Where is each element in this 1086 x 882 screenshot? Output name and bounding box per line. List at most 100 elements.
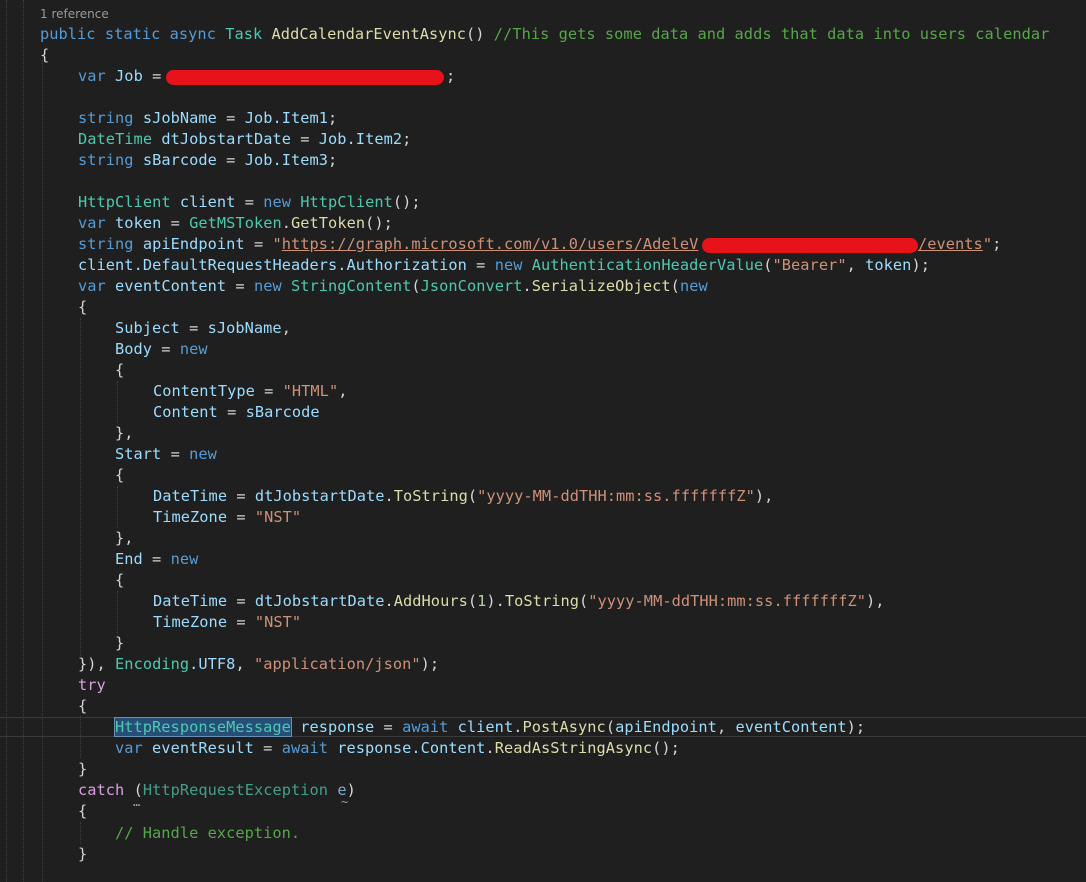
keyword: public xyxy=(40,25,96,43)
punctuation: () xyxy=(466,25,485,43)
code-line-body[interactable]: Body = new xyxy=(115,339,208,360)
code-line-event-result[interactable]: var eventResult = await response.Content… xyxy=(115,738,680,759)
method-name: PostAsync xyxy=(522,718,606,736)
code-line-jobname[interactable]: string sJobName = Job.Item1; xyxy=(78,108,337,129)
code-line-var-job[interactable]: var Job = xyxy=(78,66,171,87)
code-line-start-timezone[interactable]: TimeZone = "NST" xyxy=(153,507,301,528)
code-line-barcode[interactable]: string sBarcode = Job.Item3; xyxy=(78,150,337,171)
code-line-end[interactable]: End = new xyxy=(115,549,198,570)
punctuation: . xyxy=(485,739,495,757)
punctuation: ); xyxy=(420,655,440,673)
variable: sJobName xyxy=(207,319,282,337)
operator: = xyxy=(244,235,273,253)
variable: eventResult xyxy=(152,739,254,757)
code-line-content-type[interactable]: ContentType = "HTML", xyxy=(153,381,347,402)
code-line-handle-comment[interactable]: // Handle exception. xyxy=(115,823,300,844)
string-literal: "NST" xyxy=(254,508,302,526)
code-line-brace[interactable]: } xyxy=(115,633,124,654)
keyword: new xyxy=(494,256,523,274)
url-link[interactable]: https://graph.microsoft.com/v1.0/users/A… xyxy=(282,235,699,253)
operator: = xyxy=(227,508,255,526)
type-name: Encoding xyxy=(115,655,190,673)
type-name: StringContent xyxy=(291,277,412,295)
code-line-content[interactable]: Content = sBarcode xyxy=(153,402,320,423)
method-name: ReadAsStringAsync xyxy=(494,739,653,757)
indent-guide xyxy=(117,591,118,633)
code-line-brace[interactable]: }, xyxy=(115,528,134,549)
code-line-close-object[interactable]: }), Encoding.UTF8, "application/json"); xyxy=(78,654,439,675)
property: Content xyxy=(153,403,218,421)
code-line-signature[interactable]: public static async Task AddCalendarEven… xyxy=(40,24,1049,45)
operator: = xyxy=(466,256,495,274)
punctuation: (); xyxy=(365,214,393,232)
code-line-start-datetime[interactable]: DateTime = dtJobstartDate.ToString("yyyy… xyxy=(153,486,773,507)
code-line-brace[interactable]: { xyxy=(78,696,87,717)
variable: apiEndpoint xyxy=(142,235,245,253)
variable: apiEndpoint xyxy=(615,718,717,736)
brace: { xyxy=(115,466,125,484)
brace: { xyxy=(78,298,88,316)
code-line-brace[interactable]: { xyxy=(115,360,124,381)
code-editor[interactable]: 1 reference public static async Task Add… xyxy=(0,0,1086,882)
code-line-brace[interactable]: } xyxy=(78,844,87,865)
variable: eventContent xyxy=(735,718,847,736)
method-name: AddHours xyxy=(393,592,468,610)
code-line-brace[interactable]: } xyxy=(78,759,87,780)
url-link[interactable]: /events xyxy=(918,235,983,253)
keyword: var xyxy=(115,739,143,757)
indent-guide xyxy=(80,822,81,844)
property: .DefaultRequestHeaders xyxy=(133,256,338,274)
variable: dtJobstartDate xyxy=(254,487,385,505)
code-line-token[interactable]: var token = GetMSToken.GetToken(); xyxy=(78,213,393,234)
code-line-client[interactable]: HttpClient client = new HttpClient(); xyxy=(78,192,421,213)
semicolon: ; xyxy=(328,109,338,127)
warning-squiggle-icon[interactable]: ~ xyxy=(341,796,348,808)
codelens-references[interactable]: 1 reference xyxy=(40,7,109,21)
type-name: HttpClient xyxy=(300,193,393,211)
code-line-end-timezone[interactable]: TimeZone = "NST" xyxy=(153,612,301,633)
code-line-brace[interactable]: { xyxy=(115,465,124,486)
keyword: new xyxy=(179,340,208,358)
code-line-catch[interactable]: catch (HttpRequestException e) xyxy=(78,780,356,801)
code-line-brace[interactable]: { xyxy=(78,297,87,318)
method-name: GetToken xyxy=(291,214,366,232)
code-line-start[interactable]: Start = new xyxy=(115,444,217,465)
brace: }, xyxy=(115,529,134,547)
code-line-open-brace[interactable]: { xyxy=(40,45,49,66)
code-line-try[interactable]: try xyxy=(78,675,106,696)
code-line-response[interactable]: HttpResponseMessage response = await cli… xyxy=(114,717,866,738)
code-line-subject[interactable]: Subject = sJobName, xyxy=(115,318,291,339)
type-name: DateTime xyxy=(78,130,153,148)
type-name-selected[interactable]: HttpResponseMessage xyxy=(114,717,292,737)
punctuation: (); xyxy=(392,193,421,211)
punctuation: , xyxy=(235,655,254,673)
punctuation: ), xyxy=(866,592,885,610)
punctuation: ( xyxy=(578,592,589,610)
variable: client xyxy=(457,718,514,736)
code-line-startdate[interactable]: DateTime dtJobstartDate = Job.Item2; xyxy=(78,129,411,150)
keyword: new xyxy=(679,277,708,295)
code-line-var-job-end: ; xyxy=(446,66,455,87)
operator: = xyxy=(253,739,282,757)
punctuation: ); xyxy=(846,718,866,736)
suggestion-dots-icon[interactable]: … xyxy=(133,796,140,808)
indent-guide xyxy=(23,0,24,882)
keyword: new xyxy=(253,277,282,295)
keyword: await xyxy=(281,739,328,757)
code-line-brace[interactable]: { xyxy=(115,570,124,591)
operator: = xyxy=(152,340,180,358)
property: .Content xyxy=(411,739,486,757)
keyword: string xyxy=(78,235,134,253)
brace: } xyxy=(78,845,88,863)
code-line-api-endpoint[interactable]: string apiEndpoint = "https://graph.micr… xyxy=(78,234,698,255)
code-line-brace[interactable]: }, xyxy=(115,423,134,444)
code-line-event-content[interactable]: var eventContent = new StringContent(Jso… xyxy=(78,276,708,297)
code-line-brace[interactable]: { xyxy=(78,801,87,822)
operator: = xyxy=(142,550,171,568)
brace: { xyxy=(78,802,88,820)
comment: //This gets some data and adds that data… xyxy=(493,25,1050,43)
code-line-authorization[interactable]: client.DefaultRequestHeaders.Authorizati… xyxy=(78,255,930,276)
brace: { xyxy=(115,571,125,589)
code-line-end-datetime[interactable]: DateTime = dtJobstartDate.AddHours(1).To… xyxy=(153,591,885,612)
code-line-api-endpoint-end[interactable]: /events"; xyxy=(918,234,1001,255)
